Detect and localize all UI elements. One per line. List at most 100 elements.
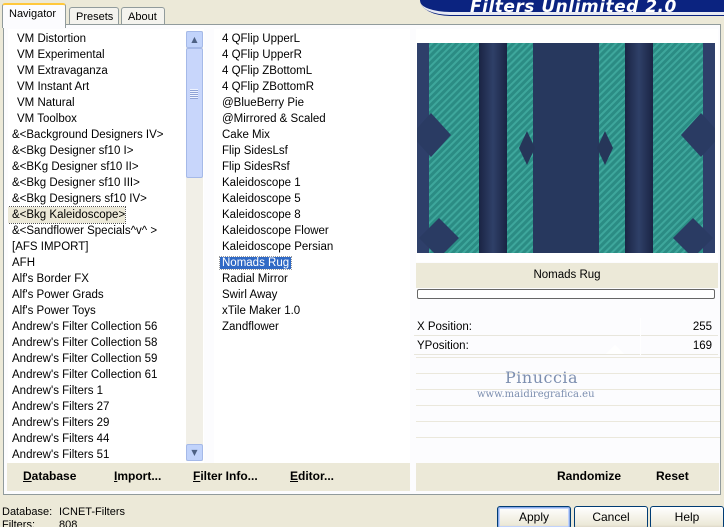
filter-item[interactable]: 4 QFlip UpperR xyxy=(214,47,302,63)
reset-button[interactable]: Reset xyxy=(656,469,689,483)
filter-item[interactable]: Cake Mix xyxy=(214,127,270,143)
category-item[interactable]: Andrew's Filters 27 xyxy=(8,399,109,415)
category-item[interactable]: Andrew's Filter Collection 61 xyxy=(8,367,157,383)
app-title: Filters Unlimited 2.0 xyxy=(470,0,677,16)
filter-item[interactable]: @BlueBerry Pie xyxy=(214,95,304,111)
category-item[interactable]: &<Sandflower Specials^v^ > xyxy=(8,223,157,239)
category-item[interactable]: &<Background Designers IV> xyxy=(8,127,164,143)
filter-item-label: Radial Mirror xyxy=(222,273,288,285)
param-value: 255 xyxy=(692,321,712,333)
category-item[interactable]: VM Natural xyxy=(8,95,75,111)
watermark-url: www.maidiregrafica.eu xyxy=(477,389,595,400)
filter-item[interactable]: Kaleidoscope 8 xyxy=(214,207,301,223)
category-item[interactable]: VM Distortion xyxy=(8,31,86,47)
filter-item[interactable]: Nomads Rug xyxy=(214,255,293,271)
randomize-button[interactable]: Randomize xyxy=(557,469,621,483)
watermark-name: Pinuccia xyxy=(505,368,579,387)
filter-item-label: @Mirrored & Scaled xyxy=(222,113,326,125)
category-item[interactable]: VM Instant Art xyxy=(8,79,89,95)
cancel-button[interactable]: Cancel xyxy=(574,506,648,527)
filter-item[interactable]: Flip SidesRsf xyxy=(214,159,290,175)
editor-button[interactable]: Editor... xyxy=(290,469,334,483)
slider-divider xyxy=(640,337,641,355)
category-item[interactable]: &<Bkg Designers sf10 IV> xyxy=(8,191,147,207)
filter-item[interactable]: 4 QFlip UpperL xyxy=(214,31,300,47)
right-button-bar: Randomize Reset xyxy=(416,463,719,491)
filter-item-label: Zandflower xyxy=(222,321,279,333)
filter-item-label: Nomads Rug xyxy=(218,256,293,270)
category-item[interactable]: VM Extravaganza xyxy=(8,63,108,79)
chevron-up-icon: ▲ xyxy=(191,35,198,44)
category-item[interactable]: Andrew's Filters 29 xyxy=(8,415,109,431)
nomads-rug-pattern xyxy=(417,43,715,253)
param-value: 169 xyxy=(692,340,712,352)
button-label: Import... xyxy=(114,469,162,483)
filter-item[interactable]: 4 QFlip ZBottomR xyxy=(214,79,314,95)
filter-item[interactable]: Kaleidoscope Flower xyxy=(214,223,329,239)
filter-item[interactable]: Zandflower xyxy=(214,319,279,335)
preview-area xyxy=(416,29,718,262)
scroll-down-button[interactable]: ▼ xyxy=(186,444,203,461)
category-item[interactable]: Andrew's Filters 44 xyxy=(8,431,109,447)
import-button[interactable]: Import... xyxy=(114,469,161,483)
category-item[interactable]: &<Bkg Designer sf10 III> xyxy=(8,175,140,191)
filter-list[interactable]: 4 QFlip UpperL 4 QFlip UpperR 4 QFlip ZBot… xyxy=(214,29,410,463)
category-item[interactable]: Alf's Border FX xyxy=(8,271,89,287)
filter-item[interactable]: Kaleidoscope 1 xyxy=(214,175,301,191)
database-status-label: Database: xyxy=(2,506,53,518)
category-item[interactable]: Alf's Power Grads xyxy=(8,287,104,303)
category-item[interactable]: AFH xyxy=(8,255,35,271)
filter-item[interactable]: xTile Maker 1.0 xyxy=(214,303,300,319)
category-item[interactable]: Andrew's Filter Collection 56 xyxy=(8,319,157,335)
help-button[interactable]: Help xyxy=(650,506,724,527)
category-item[interactable]: Andrew's Filters 1 xyxy=(8,383,103,399)
category-item[interactable]: VM Experimental xyxy=(8,47,105,63)
param-x-position[interactable]: X Position: 255 xyxy=(414,318,718,336)
filters-count-value: 808 xyxy=(59,519,78,527)
category-item[interactable]: Alf's Power Toys xyxy=(8,303,96,319)
filter-item-label: Kaleidoscope Persian xyxy=(222,241,334,253)
filter-item-label: Kaleidoscope Flower xyxy=(222,225,329,237)
filter-item[interactable]: Kaleidoscope Persian xyxy=(214,239,333,255)
scroll-thumb[interactable] xyxy=(186,48,203,178)
filter-item-label: Kaleidoscope 1 xyxy=(222,177,301,189)
filters-count-label: Filters: xyxy=(2,519,35,527)
filter-item-label: Flip SidesLsf xyxy=(222,145,288,157)
filter-item[interactable]: 4 QFlip ZBottomL xyxy=(214,63,312,79)
filter-item[interactable]: Flip SidesLsf xyxy=(214,143,288,159)
database-status-value: ICNET-Filters xyxy=(59,506,125,518)
category-item[interactable]: &<Bkg Kaleidoscope> xyxy=(8,206,127,224)
filter-item-label: 4 QFlip UpperR xyxy=(222,49,302,61)
category-item[interactable]: Andrew's Filter Collection 59 xyxy=(8,351,157,367)
category-item[interactable]: &<Bkg Designer sf10 I> xyxy=(8,143,133,159)
selected-filter-name: Nomads Rug xyxy=(416,263,718,288)
filter-item-label: xTile Maker 1.0 xyxy=(222,305,301,317)
filter-item-label: @BlueBerry Pie xyxy=(222,97,304,109)
filter-preview-image xyxy=(417,43,715,253)
category-scrollbar[interactable]: ▲ ▼ xyxy=(186,31,203,461)
param-label: X Position: xyxy=(417,321,472,333)
database-button[interactable]: Database xyxy=(23,469,76,483)
empty-param-row xyxy=(416,437,720,453)
filter-item-label: Flip SidesRsf xyxy=(222,161,290,173)
category-item[interactable]: Andrew's Filter Collection 58 xyxy=(8,335,157,351)
scroll-up-button[interactable]: ▲ xyxy=(186,31,203,48)
apply-button[interactable]: Apply xyxy=(497,506,571,527)
category-item[interactable]: VM Toolbox xyxy=(8,111,77,127)
tab-navigator[interactable]: Navigator xyxy=(2,3,66,28)
filter-item[interactable]: Kaleidoscope 5 xyxy=(214,191,301,207)
filter-item-label: 4 QFlip UpperL xyxy=(222,33,300,45)
empty-param-row xyxy=(416,405,720,421)
filter-item[interactable]: Swirl Away xyxy=(214,287,277,303)
filter-item[interactable]: @Mirrored & Scaled xyxy=(214,111,326,127)
category-item[interactable]: &<BKg Designer sf10 II> xyxy=(8,159,139,175)
category-item[interactable]: [AFS IMPORT] xyxy=(8,239,88,255)
category-list[interactable]: VM Distortion VM Experimental VM Extravaga… xyxy=(8,29,204,463)
filter-item-label: 4 QFlip ZBottomR xyxy=(222,81,315,93)
filter-info-button[interactable]: Filter Info... xyxy=(193,469,258,483)
slider-divider xyxy=(640,318,641,336)
filter-item-label: 4 QFlip ZBottomL xyxy=(222,65,313,77)
param-y-position[interactable]: YPosition: 169 xyxy=(414,337,718,355)
category-item[interactable]: Andrew's Filters 51 xyxy=(8,447,109,463)
filter-item[interactable]: Radial Mirror xyxy=(214,271,288,287)
